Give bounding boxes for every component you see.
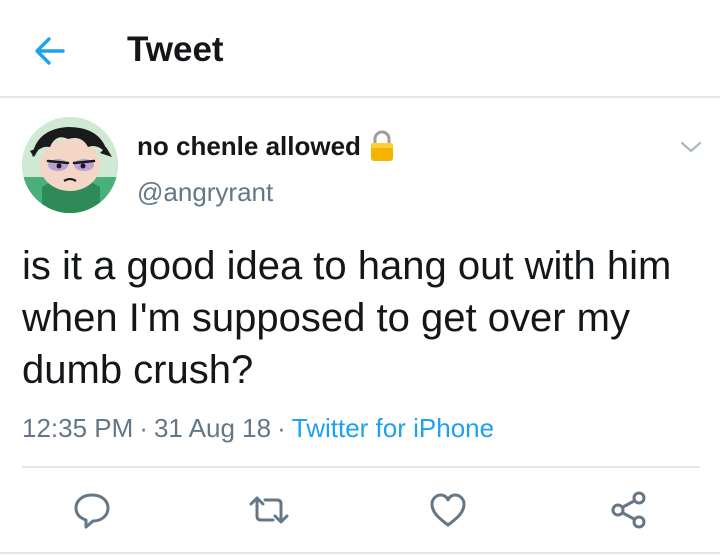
author-handle[interactable]: @angryrant bbox=[137, 174, 273, 210]
heart-icon bbox=[430, 493, 466, 527]
share-icon bbox=[611, 491, 646, 529]
reply-icon bbox=[74, 493, 110, 529]
bottom-divider bbox=[0, 552, 720, 554]
author-name[interactable]: no chenle allowed bbox=[137, 128, 361, 164]
like-button[interactable] bbox=[426, 488, 470, 532]
tweet-date: 31 Aug 18 bbox=[153, 413, 272, 443]
avatar-image bbox=[22, 117, 118, 213]
meta-separator: · bbox=[139, 413, 148, 443]
retweet-icon bbox=[249, 496, 289, 524]
retweet-button[interactable] bbox=[247, 488, 291, 532]
page-title: Tweet bbox=[127, 30, 224, 69]
tweet-text: is it a good idea to hang out with him w… bbox=[22, 244, 672, 392]
lock-icon bbox=[369, 129, 395, 163]
chevron-down-icon bbox=[680, 141, 702, 153]
arrow-left-icon bbox=[35, 37, 65, 65]
author-name-row[interactable]: no chenle allowed bbox=[137, 128, 395, 164]
tweet-options-button[interactable] bbox=[676, 132, 706, 162]
header-bar: Tweet bbox=[0, 0, 720, 98]
reply-button[interactable] bbox=[70, 488, 114, 532]
share-button[interactable] bbox=[607, 488, 651, 532]
tweet-source-link[interactable]: Twitter for iPhone bbox=[292, 413, 494, 443]
tweet-detail-page: Tweet no chenle allowed @angryrant is it… bbox=[0, 0, 720, 556]
divider bbox=[22, 466, 700, 468]
back-button[interactable] bbox=[22, 26, 78, 76]
tweet-time: 12:35 PM bbox=[22, 413, 134, 443]
avatar[interactable] bbox=[22, 117, 118, 213]
meta-separator: · bbox=[277, 413, 286, 443]
tweet-meta: 12:35 PM · 31 Aug 18 · Twitter for iPhone bbox=[22, 410, 494, 446]
